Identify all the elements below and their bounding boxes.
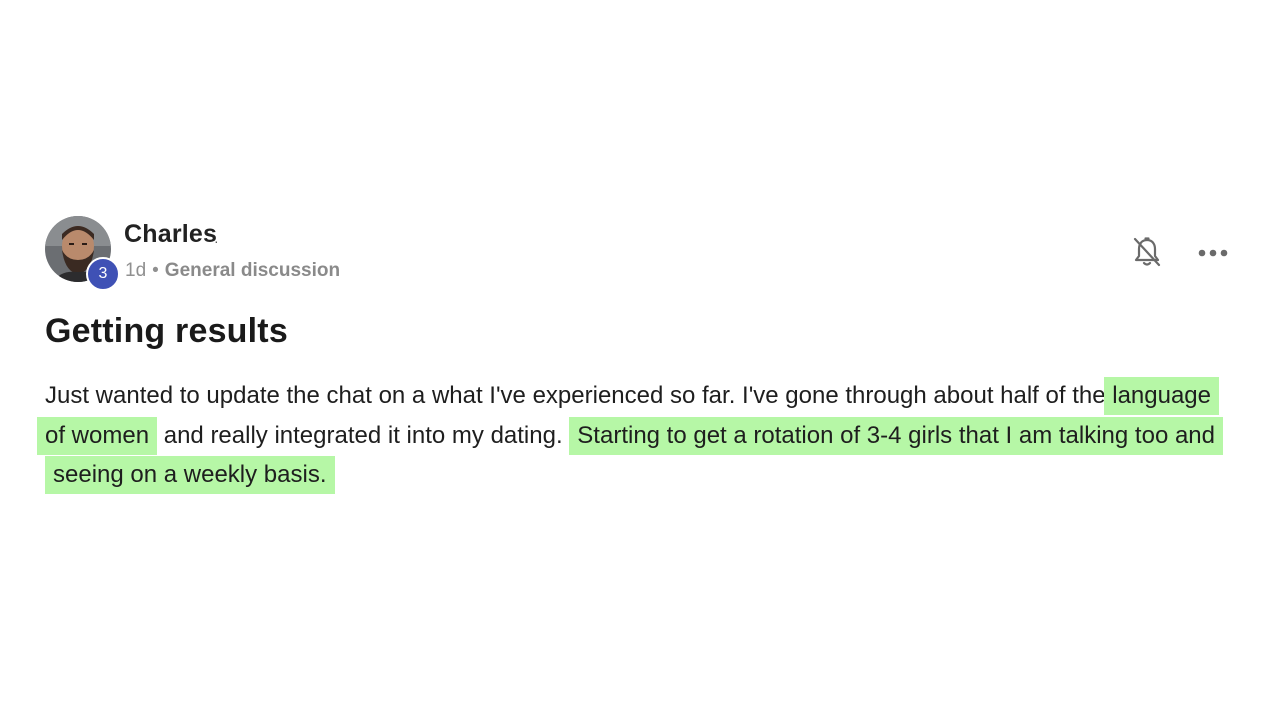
body-text-2: and really integrated it into my dating.: [157, 421, 570, 449]
post-title[interactable]: Getting results: [45, 312, 288, 351]
more-horizontal-icon: [1198, 249, 1228, 257]
user-level-badge: 3: [86, 257, 120, 291]
post-category[interactable]: General discussion: [165, 260, 340, 281]
author-name[interactable]: Charles: [124, 220, 217, 249]
bell-off-icon: [1133, 237, 1161, 267]
post-meta: 1d • General discussion: [125, 260, 340, 282]
post-time: 1d: [125, 260, 147, 281]
notifications-toggle-button[interactable]: [1130, 235, 1164, 269]
post-body: Just wanted to update the chat on a what…: [37, 376, 1235, 495]
name-dot-icon: ·: [214, 233, 219, 249]
body-text-1: Just wanted to update the chat on a what…: [45, 382, 1113, 409]
more-options-button[interactable]: [1196, 240, 1230, 266]
meta-separator: •: [152, 260, 159, 281]
author-avatar-container[interactable]: 3: [45, 216, 120, 291]
community-post: 3 Charles · 1d • General discussion Gettin…: [0, 0, 1280, 720]
